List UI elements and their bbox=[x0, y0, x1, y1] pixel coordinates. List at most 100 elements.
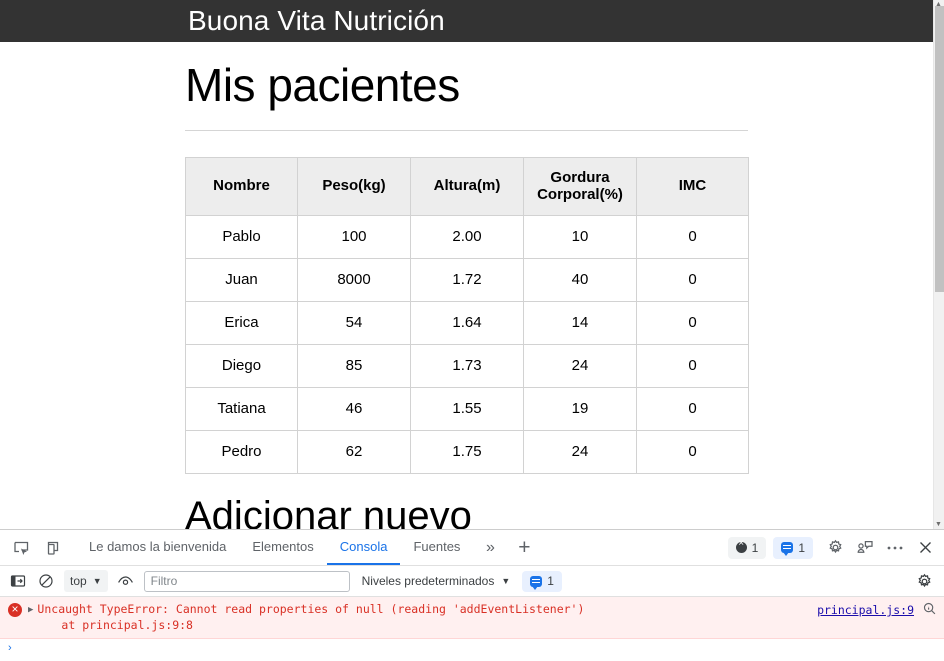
device-toolbar-icon[interactable] bbox=[36, 530, 66, 566]
column-header-peso: Peso(kg) bbox=[297, 156, 411, 216]
console-output: ▶ Uncaught TypeError: Cannot read proper… bbox=[0, 597, 944, 661]
magnify-info-icon[interactable] bbox=[923, 602, 936, 619]
devtools-tabbar-actions: 1 1 bbox=[727, 530, 944, 566]
title-divider bbox=[185, 129, 748, 131]
cell-altura: 2.00 bbox=[410, 214, 524, 259]
cell-peso: 8000 bbox=[297, 257, 411, 302]
toolbar-message-count-label: 1 bbox=[547, 574, 554, 588]
tab-console[interactable]: Consola bbox=[326, 530, 401, 565]
more-options-icon[interactable] bbox=[880, 530, 910, 566]
inspect-element-icon[interactable] bbox=[6, 530, 36, 566]
page-content: Mis pacientes Nombre Peso(kg) Altura(m) … bbox=[0, 42, 944, 529]
page-scrollbar[interactable]: ▲ ▼ bbox=[933, 0, 944, 529]
clear-console-icon[interactable] bbox=[32, 569, 60, 593]
tab-sources[interactable]: Fuentes bbox=[400, 530, 473, 565]
table-row: Pedro 62 1.75 24 0 bbox=[185, 429, 749, 474]
add-tab-button[interactable]: + bbox=[507, 530, 541, 565]
table-row: Diego 85 1.73 24 0 bbox=[185, 343, 749, 388]
message-count-label: 1 bbox=[798, 540, 805, 555]
filter-input[interactable] bbox=[143, 570, 350, 592]
cell-gordura: 10 bbox=[523, 214, 637, 259]
error-circle-icon bbox=[735, 538, 747, 553]
cell-peso: 46 bbox=[297, 386, 411, 431]
message-bubble-icon bbox=[781, 542, 794, 556]
page-title: Mis pacientes bbox=[185, 59, 460, 111]
cell-altura: 1.64 bbox=[410, 300, 524, 345]
close-icon[interactable] bbox=[910, 530, 940, 566]
cell-altura: 1.55 bbox=[410, 386, 524, 431]
cell-gordura: 40 bbox=[523, 257, 637, 302]
column-header-nombre: Nombre bbox=[185, 156, 298, 216]
console-error-stack[interactable]: at principal.js:9:8 bbox=[37, 617, 584, 633]
cell-peso: 54 bbox=[297, 300, 411, 345]
execution-context-value: top bbox=[70, 574, 87, 588]
gear-icon[interactable] bbox=[910, 569, 938, 593]
table-row: Erica 54 1.64 14 0 bbox=[185, 300, 749, 345]
site-brand-title: Buona Vita Nutrición bbox=[188, 5, 445, 36]
cell-nombre: Pablo bbox=[185, 214, 298, 259]
error-count-badge[interactable]: 1 bbox=[727, 536, 767, 559]
tab-elements[interactable]: Elementos bbox=[239, 530, 326, 565]
column-header-gordura-line2: Corporal(%) bbox=[537, 186, 623, 204]
expand-arrow-icon[interactable]: ▶ bbox=[28, 602, 33, 618]
cell-peso: 100 bbox=[297, 214, 411, 259]
page-scrollbar-thumb[interactable] bbox=[935, 6, 944, 292]
cell-gordura: 24 bbox=[523, 343, 637, 388]
column-header-gordura-line1: Gordura bbox=[550, 168, 610, 186]
column-header-altura: Altura(m) bbox=[410, 156, 524, 216]
cell-nombre: Diego bbox=[185, 343, 298, 388]
scroll-down-arrow-icon[interactable]: ▼ bbox=[934, 521, 943, 528]
message-bubble-icon bbox=[530, 575, 543, 590]
live-expression-icon[interactable] bbox=[112, 569, 140, 593]
cell-gordura: 14 bbox=[523, 300, 637, 345]
prompt-caret-icon: › bbox=[8, 642, 12, 654]
cell-gordura: 19 bbox=[523, 386, 637, 431]
console-toolbar: top ▼ Niveles predeterminados ▼ 1 bbox=[0, 566, 944, 597]
console-error-message: Uncaught TypeError: Cannot read properti… bbox=[37, 602, 585, 616]
cell-peso: 62 bbox=[297, 429, 411, 474]
cell-altura: 1.73 bbox=[410, 343, 524, 388]
browser-page-viewport: Buona Vita Nutrición Mis pacientes Nombr… bbox=[0, 0, 944, 529]
table-row: Pablo 100 2.00 10 0 bbox=[185, 214, 749, 259]
cell-imc: 0 bbox=[636, 386, 749, 431]
tab-welcome[interactable]: Le damos la bienvenida bbox=[76, 530, 239, 565]
cell-peso: 85 bbox=[297, 343, 411, 388]
console-error-entry[interactable]: ▶ Uncaught TypeError: Cannot read proper… bbox=[0, 597, 944, 639]
patients-table: Nombre Peso(kg) Altura(m) Gordura Corpor… bbox=[185, 156, 749, 474]
column-header-imc: IMC bbox=[636, 156, 749, 216]
more-tabs-icon[interactable]: » bbox=[473, 530, 507, 565]
tabbar-spacer bbox=[541, 530, 727, 565]
message-count-badge[interactable]: 1 bbox=[773, 536, 813, 559]
table-row: Juan 8000 1.72 40 0 bbox=[185, 257, 749, 302]
log-levels-label: Niveles predeterminados bbox=[361, 574, 495, 588]
chevron-down-icon: ▼ bbox=[501, 576, 511, 586]
console-error-source-link[interactable]: principal.js:9 bbox=[817, 602, 914, 618]
error-count-label: 1 bbox=[751, 540, 759, 555]
cell-nombre: Pedro bbox=[185, 429, 298, 474]
gear-icon[interactable] bbox=[820, 530, 850, 566]
toolbar-message-count-badge[interactable]: 1 bbox=[522, 570, 562, 592]
console-sidebar-icon[interactable] bbox=[4, 569, 32, 593]
cell-imc: 0 bbox=[636, 214, 749, 259]
cell-imc: 0 bbox=[636, 343, 749, 388]
feedback-icon[interactable] bbox=[850, 530, 880, 566]
chevron-down-icon: ▼ bbox=[92, 576, 102, 586]
add-new-heading: Adicionar nuevo bbox=[185, 493, 472, 529]
log-levels-select[interactable]: Niveles predeterminados ▼ bbox=[362, 574, 511, 588]
cell-altura: 1.72 bbox=[410, 257, 524, 302]
cell-imc: 0 bbox=[636, 429, 749, 474]
column-header-gordura: Gordura Corporal(%) bbox=[523, 156, 637, 216]
cell-imc: 0 bbox=[636, 257, 749, 302]
console-input-prompt[interactable]: › bbox=[0, 639, 944, 654]
cell-altura: 1.75 bbox=[410, 429, 524, 474]
table-header-row: Nombre Peso(kg) Altura(m) Gordura Corpor… bbox=[185, 156, 749, 216]
cell-nombre: Tatiana bbox=[185, 386, 298, 431]
devtools-tabbar: Le damos la bienvenida Elementos Consola… bbox=[0, 530, 944, 566]
site-header: Buona Vita Nutrición bbox=[0, 0, 933, 42]
devtools-panel: Le damos la bienvenida Elementos Consola… bbox=[0, 529, 944, 661]
table-row: Tatiana 46 1.55 19 0 bbox=[185, 386, 749, 431]
execution-context-select[interactable]: top ▼ bbox=[64, 570, 108, 592]
error-circle-icon bbox=[8, 601, 22, 617]
cell-gordura: 24 bbox=[523, 429, 637, 474]
cell-nombre: Erica bbox=[185, 300, 298, 345]
